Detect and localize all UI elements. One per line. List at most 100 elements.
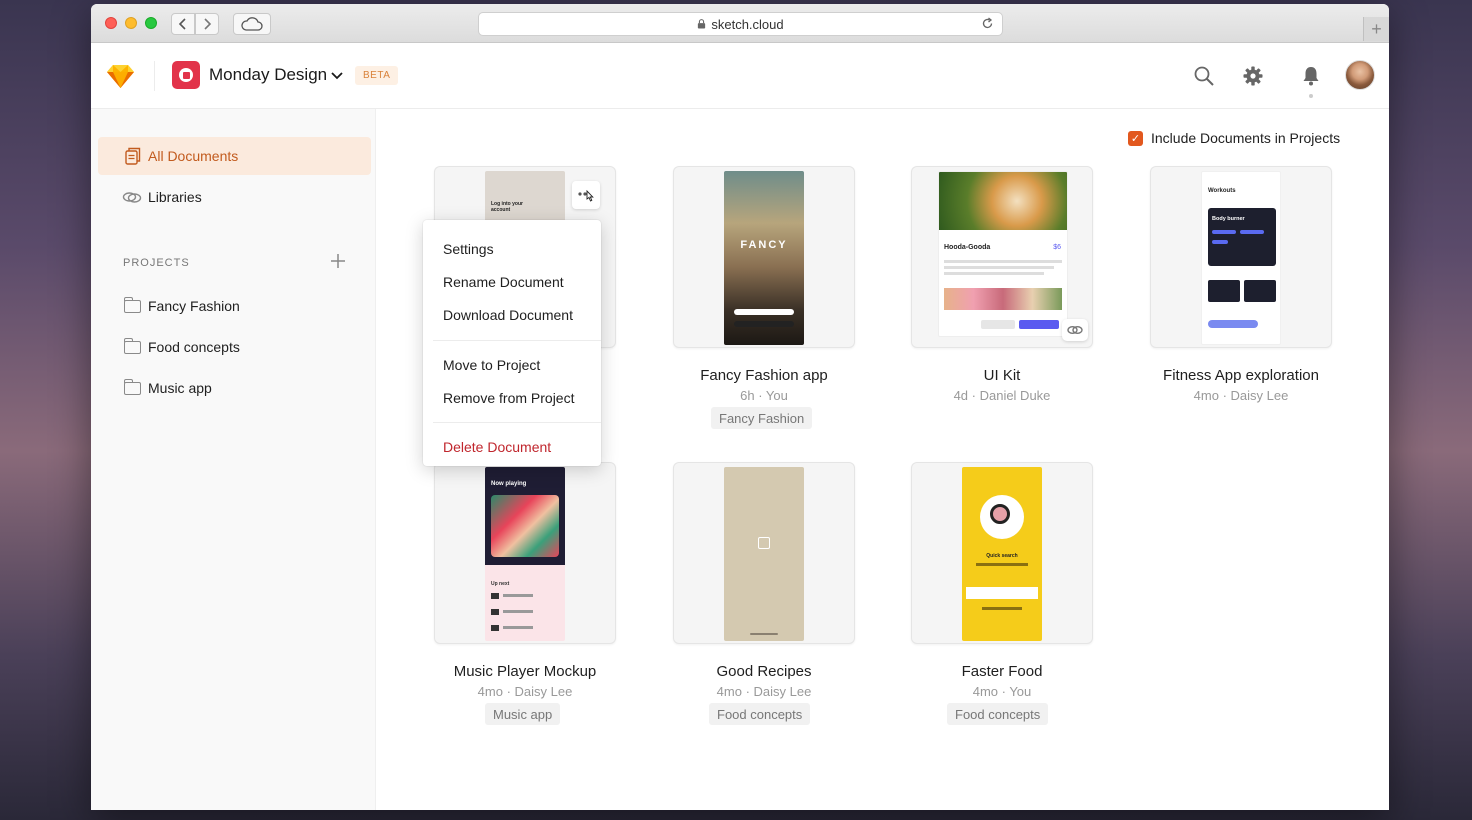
document-preview: Now playing Up next [485,467,565,641]
address-bar[interactable]: sketch.cloud [478,12,1003,36]
reload-icon[interactable] [981,17,994,33]
menu-item-rename-document[interactable]: Rename Document [443,274,564,290]
document-context-menu: Settings Rename Document Download Docume… [423,220,601,466]
preview-button [734,309,794,315]
sidebar-item-all-documents[interactable]: All Documents [98,137,371,175]
document-card-ui-kit[interactable]: Hooda-Gooda $6 [911,166,1093,348]
project-tag[interactable]: Food concepts [709,703,811,725]
notification-indicator [1309,94,1313,98]
cloud-icon [241,17,263,31]
preview-price: $6 [1053,244,1061,251]
sidebar-item-libraries[interactable]: Libraries [98,178,371,216]
header-divider [154,61,155,91]
workspace-name[interactable]: Monday Design [209,65,327,85]
menu-item-remove-from-project[interactable]: Remove from Project [443,390,574,406]
preview-text: Quick search [986,553,1018,559]
preview-button [734,321,794,327]
minimize-window-button[interactable] [125,17,137,29]
shared-link-badge [1062,319,1088,341]
document-card-faster-food[interactable]: Quick search [911,462,1093,644]
workspace-logo[interactable] [172,61,200,89]
menu-separator [433,422,601,423]
chevron-left-icon [178,18,186,30]
document-preview: Hooda-Gooda $6 [938,171,1068,337]
document-card-fancy-fashion-app[interactable]: FANCY [673,166,855,348]
preview-text: Workouts [1208,188,1236,194]
preview-text: FANCY [740,239,788,251]
preview-card: Body burner [1208,208,1276,266]
document-meta: 4d · Daniel Duke [953,388,1051,403]
document-title[interactable]: Faster Food [882,663,1122,680]
preview-subtext: Up next [491,581,510,587]
sidebar-item-label: Music app [148,380,212,396]
document-title[interactable]: Good Recipes [644,663,884,680]
preview-logo [980,495,1024,539]
libraries-icon [122,187,142,207]
sidebar-item-label: All Documents [148,148,239,164]
preview-image [939,172,1067,230]
beta-badge: BETA [355,66,399,85]
chevron-down-icon[interactable] [330,68,344,82]
project-tag[interactable]: Fancy Fashion [711,407,813,429]
gear-icon[interactable] [1242,65,1264,87]
document-card-good-recipes[interactable] [673,462,855,644]
document-title[interactable]: Fancy Fashion app [644,367,884,384]
document-title[interactable]: UI Kit [882,367,1122,384]
document-title[interactable]: Fitness App exploration [1121,367,1361,384]
lock-icon [698,19,706,29]
back-button[interactable] [171,13,195,35]
checkbox-checked-icon[interactable]: ✓ [1128,130,1143,146]
user-avatar[interactable] [1345,60,1375,90]
chevron-right-icon [204,18,212,30]
chef-hat-icon [758,537,770,549]
folder-icon [122,296,142,316]
sidebar: All Documents Libraries PROJECTS Fancy F… [91,109,376,810]
sketch-logo-icon[interactable] [107,64,134,88]
search-icon[interactable] [1193,65,1215,87]
projects-heading: PROJECTS [123,257,190,269]
preview-text: Now playing [491,481,527,487]
document-meta: 4mo · Daisy Lee [1193,388,1289,403]
document-card-fitness-app[interactable]: Workouts Body burner [1150,166,1332,348]
close-window-button[interactable] [105,17,117,29]
document-preview: FANCY [724,171,804,345]
menu-item-move-to-project[interactable]: Move to Project [443,357,540,373]
more-options-button[interactable] [572,181,600,209]
browser-toolbar: sketch.cloud + [91,4,1389,43]
include-projects-label: Include Documents in Projects [1151,130,1341,146]
menu-item-download-document[interactable]: Download Document [443,307,573,323]
project-tag[interactable]: Food concepts [947,703,1049,725]
documents-icon [122,146,142,166]
forward-button[interactable] [195,13,219,35]
sidebar-project-music-app[interactable]: Music app [98,369,371,407]
document-card-music-player[interactable]: Now playing Up next [434,462,616,644]
document-meta: 4mo · Daisy Lee [477,684,573,699]
sidebar-project-fancy-fashion[interactable]: Fancy Fashion [98,287,371,325]
document-meta: 4mo · You [972,684,1032,699]
add-project-button[interactable] [330,254,346,270]
preview-subtext: Body burner [1212,216,1245,222]
menu-item-delete-document[interactable]: Delete Document [443,439,551,455]
more-icon [578,189,594,202]
preview-text: Log into your account [491,201,523,213]
bell-icon[interactable] [1300,65,1322,87]
document-title[interactable]: Music Player Mockup [405,663,645,680]
icloud-tabs-button[interactable] [233,13,271,35]
document-preview [724,467,804,641]
preview-gallery [944,288,1062,310]
folder-icon [122,337,142,357]
sidebar-project-food-concepts[interactable]: Food concepts [98,328,371,366]
browser-window: sketch.cloud + Monday Design BETA All Do… [91,4,1389,810]
folder-icon [122,378,142,398]
project-tag[interactable]: Music app [485,703,561,725]
sidebar-item-label: Libraries [148,189,202,205]
menu-item-settings[interactable]: Settings [443,241,494,257]
document-meta: 6h · You [740,388,788,403]
workspace-logo-mark [179,68,193,82]
include-projects-toggle[interactable]: ✓ Include Documents in Projects [1128,130,1340,146]
link-icon [1067,326,1083,334]
zoom-window-button[interactable] [145,17,157,29]
preview-album-art [491,495,559,557]
plus-icon: + [1371,18,1382,39]
new-tab-button[interactable]: + [1363,17,1389,41]
